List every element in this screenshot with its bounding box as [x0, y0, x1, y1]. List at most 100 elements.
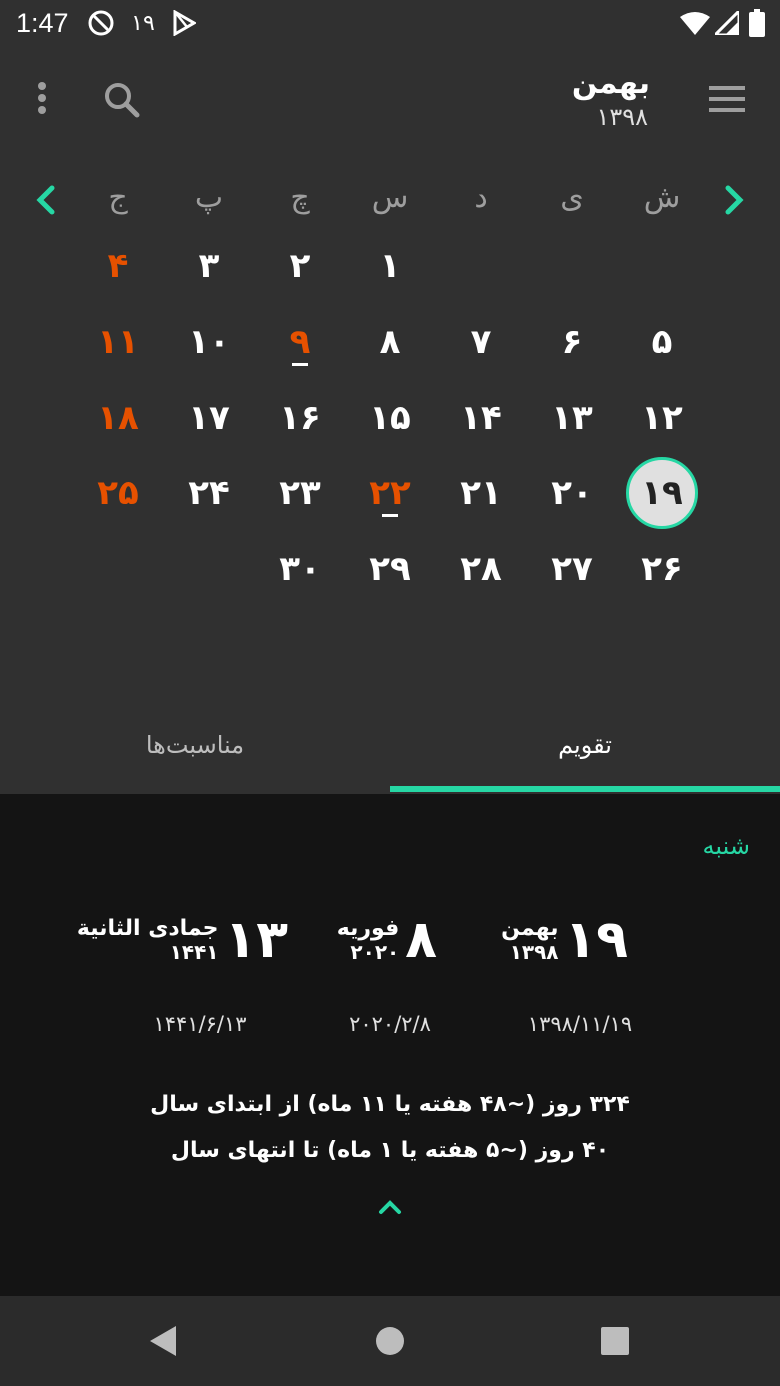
weekday-label: ش	[643, 180, 681, 215]
day-number: ۳	[198, 246, 220, 286]
gregorian-month: فوریه	[336, 915, 400, 941]
day-cell[interactable]: ۲۹	[345, 533, 435, 605]
day-cell[interactable]: ۲۰	[527, 457, 617, 529]
day-cell[interactable]: ۳۰	[255, 533, 345, 605]
day-number: ۷	[470, 322, 492, 362]
gregorian-day: ۸	[405, 910, 437, 970]
gregorian-date[interactable]: ۸ فوریه ۲۰۲۰	[337, 914, 437, 966]
gregorian-year: ۲۰۲۰	[350, 940, 400, 965]
day-number: ۱۲	[641, 398, 683, 438]
day-cell[interactable]: ۳	[164, 230, 254, 302]
day-number: ۱۴	[460, 398, 502, 438]
day-cell[interactable]: ۱۵	[345, 382, 435, 454]
do-not-disturb-icon	[86, 8, 116, 38]
day-cell[interactable]: ۶	[527, 306, 617, 378]
wifi-icon	[680, 8, 710, 38]
day-number: ۱۷	[188, 398, 230, 438]
more-vert-icon[interactable]	[28, 78, 56, 122]
weekday-label: چ	[290, 180, 310, 215]
day-number: ۵	[651, 322, 673, 362]
day-cell[interactable]: ۴	[73, 230, 163, 302]
day-cell[interactable]: ۱۲	[617, 382, 707, 454]
tab-indicator	[390, 786, 780, 792]
chevron-up-icon[interactable]	[374, 1194, 406, 1220]
title-year: ۱۳۹۸	[596, 103, 648, 131]
days-until-end: ۴۰ روز (~۵ هفته یا ۱ ماه) تا انتهای سال	[170, 1138, 610, 1163]
gregorian-full-date: ۲۰۲۰/۲/۸	[349, 1012, 431, 1036]
day-number: ۱	[379, 246, 401, 286]
status-bar: 1:47 ۱۹	[0, 0, 780, 48]
days-since-start: ۳۲۴ روز (~۴۸ هفته یا ۱۱ ماه) از ابتدای س…	[150, 1092, 630, 1117]
prev-month-chevron-right-icon[interactable]	[718, 180, 750, 220]
weekday-label: ج	[108, 180, 128, 215]
persian-date[interactable]: ۱۹ بهمن ۱۳۹۸	[501, 914, 628, 966]
day-number: ۲۸	[460, 549, 502, 589]
day-cell[interactable]: ۷	[436, 306, 526, 378]
day-cell[interactable]: ۲۳	[255, 457, 345, 529]
day-cell[interactable]: ۲۶	[617, 533, 707, 605]
day-number: ۲۷	[551, 549, 593, 589]
next-month-chevron-left-icon[interactable]	[30, 180, 62, 220]
tab-events[interactable]: مناسبت‌ها	[0, 700, 390, 790]
status-time: 1:47	[16, 8, 69, 38]
day-number: ۱۸	[97, 398, 139, 438]
day-cell[interactable]: ۹	[255, 306, 345, 378]
day-cell[interactable]: ۱۰	[164, 306, 254, 378]
system-nav-bar	[0, 1296, 780, 1386]
day-cell[interactable]: ۱	[345, 230, 435, 302]
day-number: ۳۰	[279, 549, 321, 589]
day-number: ۱۹	[641, 473, 683, 513]
day-cell[interactable]: ۲۷	[527, 533, 617, 605]
event-marker	[292, 363, 308, 366]
day-number: ۸	[379, 322, 401, 362]
weekday-label: پ	[194, 180, 224, 215]
day-cell[interactable]: ۲۵	[73, 457, 163, 529]
day-cell[interactable]: ۱۴	[436, 382, 526, 454]
day-cell[interactable]: ۲۱	[436, 457, 526, 529]
month-calendar: شیدسچپج ۱ ۲ ۳ ۴ ۵ ۶ ۷ ۸ ۹ ۱۰ ۱۱ ۱۲ ۱۳ ۱۴ ۱۵ ۱۶ ۱۷ ۱۸ ۱۹ ۲۰ ۲…	[0, 160, 780, 700]
islamic-date[interactable]: ۱۳ جمادی الثانیة ۱۴۴۱	[77, 914, 288, 966]
day-cell[interactable]: ۸	[345, 306, 435, 378]
day-cell-today[interactable]: ۱۹	[617, 457, 707, 529]
app-bar: بهمن ۱۳۹۸	[0, 48, 780, 148]
day-badge: ۱۹	[131, 10, 155, 36]
day-number: ۱۶	[279, 398, 321, 438]
day-number: ۲۰	[551, 473, 593, 513]
persian-month: بهمن	[501, 915, 559, 941]
day-cell[interactable]: ۱۶	[255, 382, 345, 454]
day-number: ۲۶	[641, 549, 683, 589]
tab-bar: مناسبت‌ها تقویم	[0, 700, 780, 794]
day-number: ۲۵	[97, 473, 139, 513]
day-number: ۹	[289, 322, 311, 362]
event-marker	[382, 514, 398, 517]
tab-calendar[interactable]: تقویم	[390, 700, 780, 790]
menu-icon[interactable]	[705, 82, 749, 116]
day-number: ۲۹	[369, 549, 411, 589]
day-cell[interactable]: ۲۸	[436, 533, 526, 605]
day-cell[interactable]: ۱۷	[164, 382, 254, 454]
weekday-name: شنبه	[702, 832, 750, 860]
title-block[interactable]: بهمن ۱۳۹۸	[572, 66, 650, 131]
day-cell[interactable]: ۲	[255, 230, 345, 302]
day-cell[interactable]: ۱۸	[73, 382, 163, 454]
islamic-year: ۱۴۴۱	[169, 940, 219, 965]
back-icon[interactable]	[146, 1323, 182, 1359]
title-month: بهمن	[571, 66, 650, 101]
day-details-card: شنبه ۱۹ بهمن ۱۳۹۸ ۸ فوریه ۲۰۲۰ ۱۳ جمادی …	[0, 794, 780, 1296]
day-number: ۱۳	[551, 398, 593, 438]
islamic-month: جمادی الثانیة	[76, 915, 219, 941]
weekday-label: د	[474, 180, 488, 215]
day-cell[interactable]: ۲۲	[345, 457, 435, 529]
recents-icon[interactable]	[597, 1323, 633, 1359]
day-cell[interactable]: ۲۴	[164, 457, 254, 529]
battery-icon	[748, 8, 766, 38]
day-cell[interactable]: ۵	[617, 306, 707, 378]
day-cell[interactable]: ۱۳	[527, 382, 617, 454]
day-number: ۱۵	[369, 398, 411, 438]
day-number: ۱۱	[97, 322, 139, 362]
islamic-full-date: ۱۴۴۱/۶/۱۳	[153, 1012, 247, 1036]
home-icon[interactable]	[372, 1323, 408, 1359]
day-cell[interactable]: ۱۱	[73, 306, 163, 378]
weekday-label: ی	[560, 180, 584, 215]
search-icon[interactable]	[100, 78, 144, 122]
